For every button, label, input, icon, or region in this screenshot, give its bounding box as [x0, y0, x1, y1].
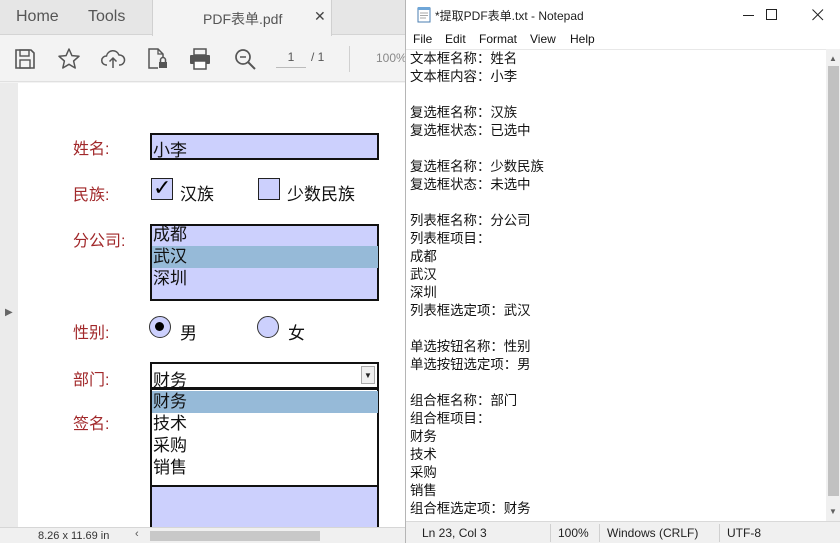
status-divider — [719, 524, 720, 542]
dropdown-option-highlighted[interactable]: 财务 — [152, 391, 378, 413]
department-combo-box[interactable]: 财务 ▼ — [150, 362, 379, 390]
name-text-field[interactable]: 小李 — [150, 133, 379, 160]
close-button[interactable] — [795, 0, 840, 30]
pdf-page: 姓名: 小李 民族: ✓ 汉族 少数民族 分公司: 成都 武汉 深圳 性别: 男… — [18, 83, 405, 543]
encoding: UTF-8 — [727, 526, 761, 540]
notepad-title-bar: *提取PDF表单.txt - Notepad — [406, 0, 840, 30]
notepad-menu-bar: File Edit Format View Help — [406, 30, 840, 49]
checkmark-icon: ✓ — [153, 175, 172, 200]
radio-male-label: 男 — [180, 324, 197, 343]
notepad-app-icon — [417, 7, 431, 23]
desktop: Home Tools PDF表单.pdf ✕ 1 / 1 100% ▶ 姓名: … — [0, 0, 840, 543]
vertical-scrollbar[interactable]: ▲ ▼ — [826, 49, 840, 521]
pdf-status-bar: 8.26 x 11.69 in ‹ — [0, 527, 405, 543]
notepad-text-area[interactable]: 文本框名称：姓名 文本框内容：小李 复选框名称：汉族 复选框状态：已选中 复选框… — [406, 49, 826, 521]
maximize-button[interactable] — [749, 0, 795, 30]
horizontal-scrollbar[interactable] — [150, 531, 320, 541]
ethnicity-label: 民族: — [73, 187, 110, 204]
dropdown-option[interactable]: 销售 — [152, 457, 378, 479]
radio-female[interactable] — [257, 316, 279, 338]
department-label: 部门: — [73, 372, 110, 389]
save-icon[interactable] — [12, 46, 38, 72]
checkbox-minority-label: 少数民族 — [287, 185, 355, 204]
status-divider — [550, 524, 551, 542]
zoom-percent: 100% — [558, 526, 589, 540]
page-total: / 1 — [311, 50, 325, 64]
checkbox-han-label: 汉族 — [180, 185, 214, 204]
menu-view[interactable]: View — [530, 32, 556, 46]
close-tab-icon[interactable]: ✕ — [314, 8, 326, 25]
printer-icon[interactable] — [187, 46, 213, 72]
notepad-window: *提取PDF表单.txt - Notepad File Edit Format … — [405, 0, 840, 543]
tab-home[interactable]: Home — [16, 8, 59, 26]
scrollbar-thumb[interactable] — [828, 66, 839, 496]
tab-bar: Home Tools PDF表单.pdf ✕ — [0, 0, 405, 36]
list-item[interactable]: 成都 — [152, 224, 378, 246]
branch-label: 分公司: — [73, 233, 126, 250]
menu-format[interactable]: Format — [479, 32, 517, 46]
tab-tools[interactable]: Tools — [88, 8, 125, 26]
dropdown-arrow-icon[interactable]: ▼ — [361, 366, 375, 384]
document-tab-title: PDF表单.pdf — [203, 11, 283, 27]
toolbar-divider — [349, 46, 350, 72]
department-dropdown-list: 财务 技术 采购 销售 — [150, 388, 379, 488]
cursor-position: Ln 23, Col 3 — [422, 526, 487, 540]
status-divider — [599, 524, 600, 542]
tab-document[interactable]: PDF表单.pdf ✕ — [152, 0, 332, 36]
pdf-toolbar: / 1 100% — [0, 36, 405, 82]
scroll-up-icon[interactable]: ▲ — [829, 54, 837, 63]
signature-label: 签名: — [73, 416, 110, 433]
menu-file[interactable]: File — [413, 32, 432, 46]
star-icon[interactable] — [56, 46, 82, 72]
close-icon — [812, 9, 824, 21]
menu-edit[interactable]: Edit — [445, 32, 466, 46]
list-item-selected[interactable]: 武汉 — [152, 246, 378, 268]
radio-selected-dot — [155, 322, 164, 331]
scroll-down-icon[interactable]: ▼ — [829, 507, 837, 516]
expand-panel-icon[interactable]: ▶ — [5, 307, 13, 318]
radio-female-label: 女 — [288, 324, 305, 343]
pdf-viewer-window: Home Tools PDF表单.pdf ✕ 1 / 1 100% ▶ 姓名: … — [0, 0, 405, 543]
page-size: 8.26 x 11.69 in — [38, 530, 110, 542]
list-item[interactable]: 深圳 — [152, 268, 378, 290]
protect-file-icon[interactable] — [144, 46, 170, 72]
side-panel-strip: ▶ — [0, 83, 18, 527]
dropdown-option[interactable]: 采购 — [152, 435, 378, 457]
dropdown-option[interactable]: 技术 — [152, 413, 378, 435]
menu-help[interactable]: Help — [570, 32, 595, 46]
name-field-value: 小李 — [153, 141, 187, 160]
zoom-search-icon[interactable] — [232, 46, 258, 72]
gender-label: 性别: — [73, 325, 110, 342]
scroll-left-icon[interactable]: ‹ — [135, 528, 139, 540]
radio-male[interactable] — [149, 316, 171, 338]
checkbox-han[interactable]: ✓ — [151, 175, 173, 200]
zoom-level[interactable]: 100% — [376, 51, 405, 65]
checkbox-minority[interactable] — [258, 178, 280, 200]
notepad-content: 文本框名称：姓名 文本框内容：小李 复选框名称：汉族 复选框状态：已选中 复选框… — [410, 52, 544, 517]
notepad-status-bar: Ln 23, Col 3 100% Windows (CRLF) UTF-8 — [406, 521, 840, 543]
notepad-title: *提取PDF表单.txt - Notepad — [435, 9, 584, 23]
page-number-input[interactable] — [276, 46, 306, 68]
branch-list-box[interactable]: 成都 武汉 深圳 — [150, 224, 379, 301]
maximize-icon — [766, 9, 777, 20]
cloud-upload-icon[interactable] — [100, 46, 126, 72]
line-ending: Windows (CRLF) — [607, 526, 699, 540]
name-label: 姓名: — [73, 141, 110, 158]
